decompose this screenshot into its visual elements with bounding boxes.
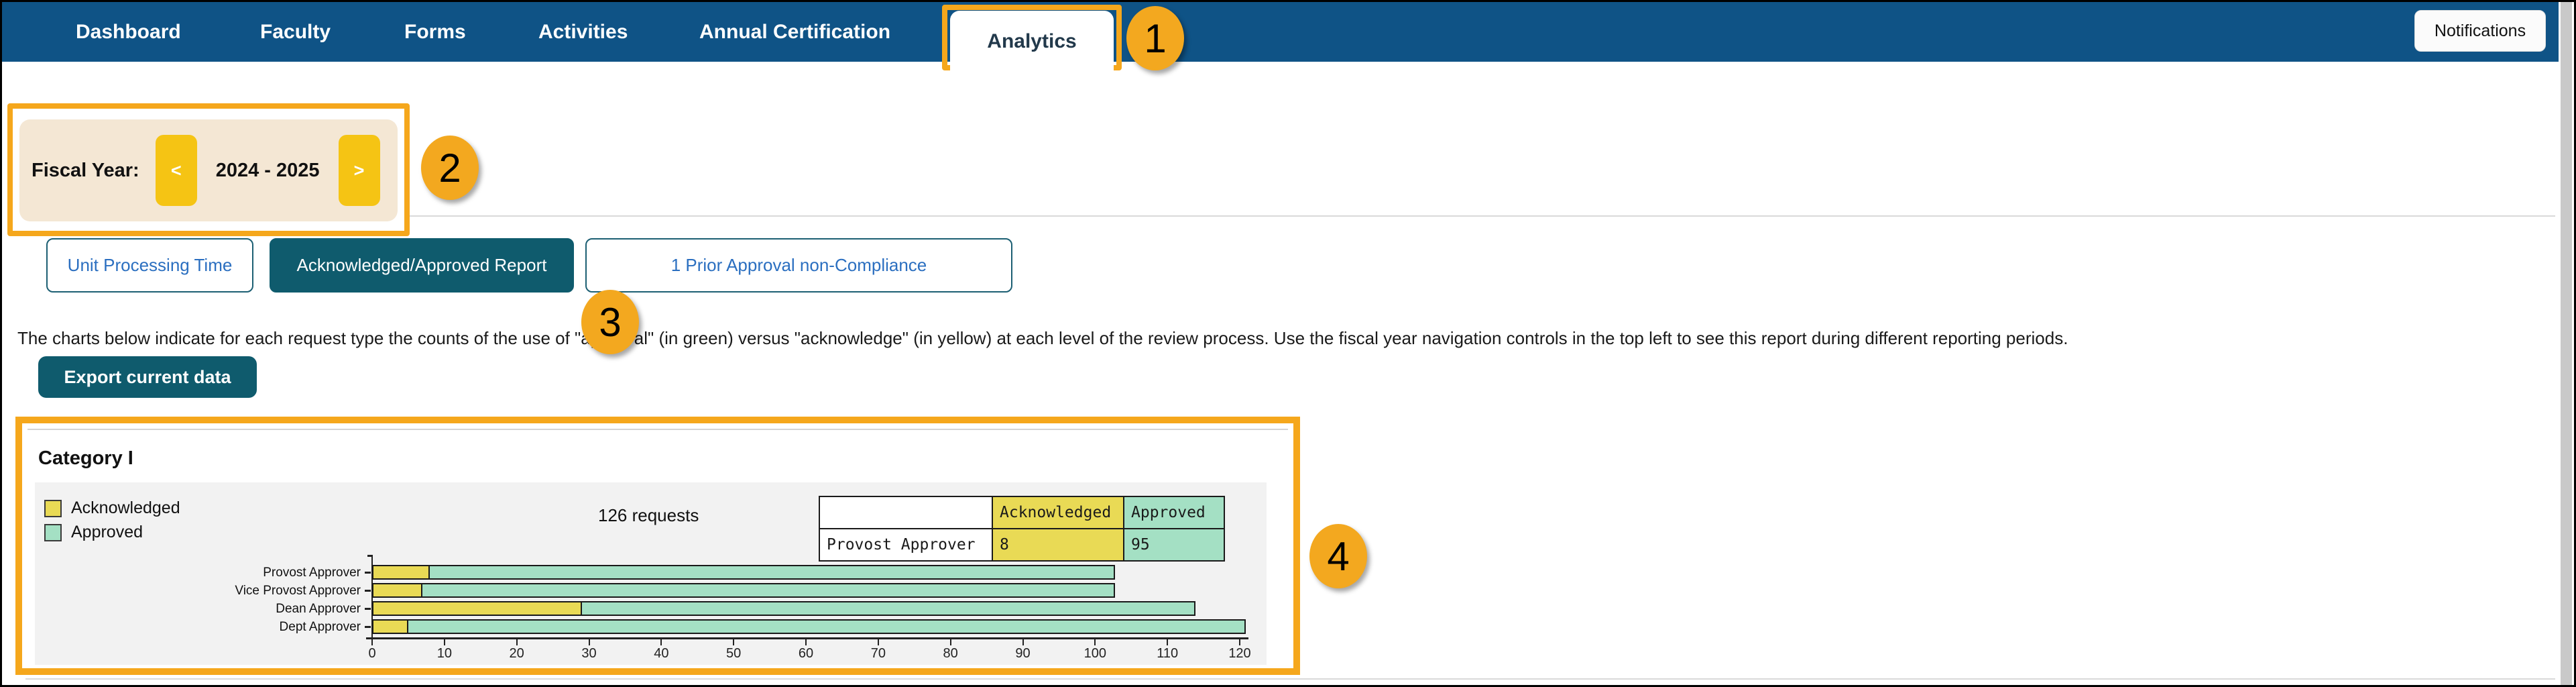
- x-axis-tick: [516, 639, 518, 645]
- top-navbar: Dashboard Faculty Forms Activities Annual Ce…: [2, 2, 2559, 62]
- x-axis-tick-label: 20: [497, 646, 537, 662]
- tooltip-table-cell: [819, 496, 992, 529]
- bar-segment-provost-approver-acknowledged[interactable]: [372, 565, 430, 580]
- export-current-data-button[interactable]: Export current data: [38, 356, 257, 398]
- analytics-page: Dashboard Faculty Forms Activities Annual Ce…: [0, 0, 2576, 687]
- x-axis-tick-label: 0: [352, 646, 392, 662]
- tooltip-table-cell: 8: [992, 529, 1124, 561]
- x-axis-tick-label: 110: [1147, 646, 1187, 662]
- x-axis-tick: [733, 639, 734, 645]
- x-axis-tick: [444, 639, 445, 645]
- legend-swatch-approved: [44, 524, 62, 541]
- fiscal-year-next-button[interactable]: >: [339, 135, 380, 206]
- x-axis-tick: [1239, 639, 1240, 645]
- x-axis-tick: [660, 639, 662, 645]
- tooltip-table-cell: Approved: [1124, 496, 1224, 529]
- tooltip-table-cell: 95: [1124, 529, 1224, 561]
- bar-segment-dept-approver-approved[interactable]: [407, 619, 1246, 634]
- fiscal-year-highlight-box: Fiscal Year: < 2024 - 2025 >: [7, 103, 410, 236]
- section-divider-bottom: [25, 678, 2555, 680]
- bar-row-dept-approver: [372, 619, 1246, 634]
- bar-segment-vice-provost-approver-acknowledged[interactable]: [372, 583, 422, 598]
- bar-row-provost-approver: [372, 565, 1115, 580]
- callout-4: 4: [1309, 524, 1367, 588]
- x-axis-tick: [589, 639, 590, 645]
- bar-row-dean-approver: [372, 601, 1195, 616]
- bar-segment-vice-provost-approver-approved[interactable]: [421, 583, 1115, 598]
- x-axis-tick: [805, 639, 807, 645]
- bar-label-provost-approver: Provost Approver: [39, 566, 361, 580]
- x-axis-tick-label: 10: [424, 646, 465, 662]
- nav-item-activities[interactable]: Activities: [538, 2, 628, 62]
- bar-label-vice-provost-approver: Vice Provost Approver: [39, 584, 361, 598]
- x-axis-tick-label: 30: [569, 646, 609, 662]
- x-axis-tick-label: 40: [641, 646, 681, 662]
- category-1-chart-panel: 126 requests AcknowledgedApprovedProvost…: [35, 482, 1267, 665]
- bar-label-dept-approver: Dept Approver: [39, 620, 361, 635]
- callout-3: 3: [581, 290, 639, 354]
- nav-item-forms[interactable]: Forms: [404, 2, 466, 62]
- y-axis-tick: [365, 590, 371, 592]
- tab-analytics[interactable]: Analytics: [950, 11, 1114, 72]
- legend-swatch-acknowledged: [44, 500, 62, 517]
- fiscal-year-selector: Fiscal Year: < 2024 - 2025 >: [19, 119, 398, 221]
- bar-segment-dean-approver-approved[interactable]: [581, 601, 1195, 616]
- nav-item-annual-certification[interactable]: Annual Certification: [699, 2, 890, 62]
- nav-item-faculty[interactable]: Faculty: [260, 2, 331, 62]
- x-axis-tick-label: 120: [1220, 646, 1260, 662]
- x-axis-line: [366, 637, 1248, 639]
- legend-item-acknowledged: Acknowledged: [44, 498, 180, 518]
- y-axis-tick: [365, 572, 371, 574]
- bar-segment-dean-approver-acknowledged[interactable]: [372, 601, 582, 616]
- legend-item-approved: Approved: [44, 523, 143, 542]
- x-axis-tick: [1022, 639, 1024, 645]
- x-axis-tick: [1167, 639, 1168, 645]
- requests-count-label: 126 requests: [598, 505, 699, 526]
- callout-2: 2: [421, 136, 479, 200]
- y-axis-tick: [365, 626, 371, 628]
- category-title: Category I: [38, 447, 133, 470]
- report-tab-1-prior-approval-non-compliance[interactable]: 1 Prior Approval non-Compliance: [585, 238, 1012, 293]
- callout-1: 1: [1126, 6, 1184, 70]
- bar-row-vice-provost-approver: [372, 583, 1115, 598]
- x-axis-tick-label: 50: [713, 646, 754, 662]
- vertical-scrollbar[interactable]: [2559, 2, 2572, 685]
- report-description: The charts below indicate for each reque…: [17, 328, 2068, 349]
- x-axis-tick-label: 100: [1075, 646, 1115, 662]
- category-1-report-highlight-box: Category I 126 requests AcknowledgedAppr…: [15, 417, 1300, 675]
- bar-segment-dept-approver-acknowledged[interactable]: [372, 619, 408, 634]
- legend-label: Approved: [71, 523, 143, 542]
- fiscal-year-value: 2024 - 2025: [216, 160, 320, 182]
- x-axis-tick-label: 80: [931, 646, 971, 662]
- x-axis-tick: [371, 639, 373, 645]
- fiscal-year-prev-button[interactable]: <: [156, 135, 197, 206]
- tooltip-table-cell: Provost Approver: [819, 529, 992, 561]
- x-axis-tick: [1094, 639, 1096, 645]
- notifications-button[interactable]: Notifications: [2414, 10, 2546, 52]
- nav-item-dashboard[interactable]: Dashboard: [76, 2, 181, 62]
- chart-tooltip-table: AcknowledgedApproved Provost Approver895: [819, 496, 1225, 562]
- x-axis-tick: [878, 639, 879, 645]
- tooltip-table-cell: Acknowledged: [992, 496, 1124, 529]
- legend-label: Acknowledged: [71, 498, 180, 518]
- y-axis-tick: [365, 608, 371, 610]
- bar-label-dean-approver: Dean Approver: [39, 602, 361, 617]
- x-axis-tick-label: 60: [786, 646, 826, 662]
- x-axis-tick-label: 90: [1003, 646, 1043, 662]
- x-axis-tick: [950, 639, 951, 645]
- fiscal-year-label: Fiscal Year:: [32, 160, 139, 182]
- report-tab-unit-processing-time[interactable]: Unit Processing Time: [46, 238, 253, 293]
- bar-segment-provost-approver-approved[interactable]: [428, 565, 1115, 580]
- x-axis-tick-label: 70: [858, 646, 898, 662]
- report-tab-acknowledged-approved-report[interactable]: Acknowledged/Approved Report: [270, 238, 574, 293]
- category-topline: [27, 429, 1288, 430]
